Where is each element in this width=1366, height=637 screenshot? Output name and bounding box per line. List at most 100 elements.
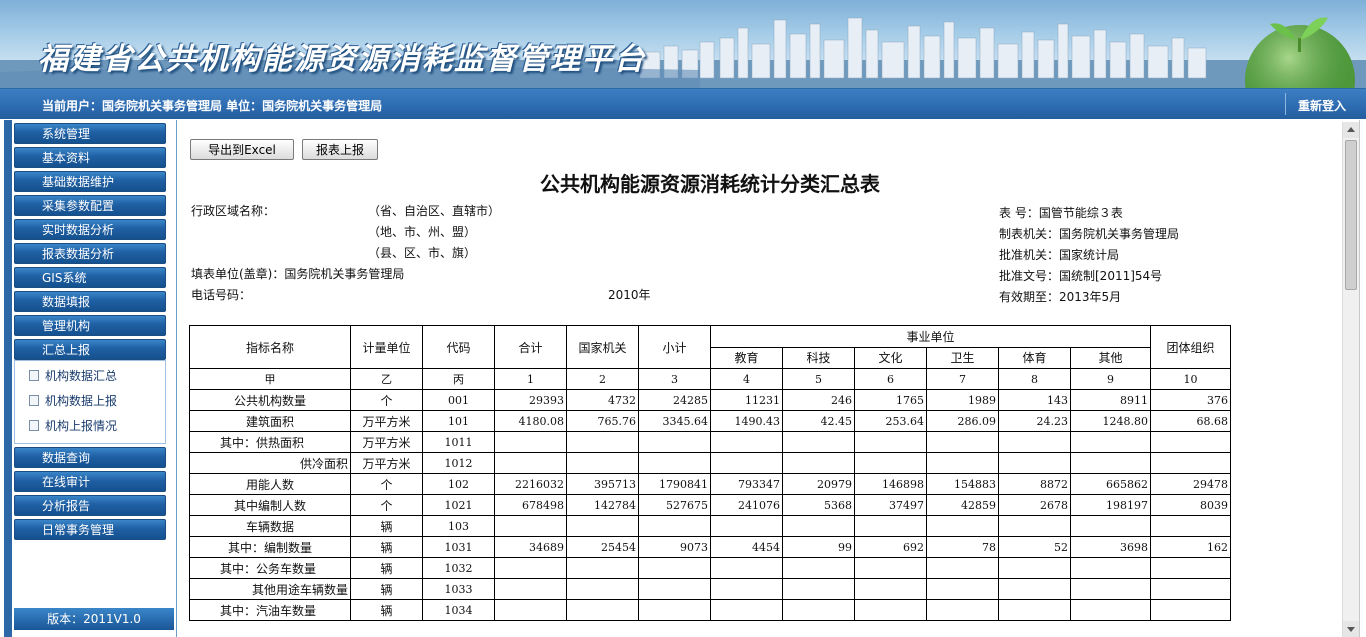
indicator-name-cell: 公共机构数量 xyxy=(189,389,351,411)
value-cell xyxy=(782,557,855,579)
value-cell xyxy=(782,599,855,621)
value-cell xyxy=(926,431,999,453)
value-cell: 34689 xyxy=(494,536,567,558)
value-cell: 198197 xyxy=(1070,494,1151,516)
sidebar-strip xyxy=(4,120,12,637)
menu-management-org[interactable]: 管理机构 xyxy=(14,315,166,336)
scroll-down-button[interactable] xyxy=(1343,621,1359,637)
menu-system-management[interactable]: 系统管理 xyxy=(14,123,166,144)
menu-base-data-maintenance[interactable]: 基础数据维护 xyxy=(14,171,166,192)
unit-cell: 辆 xyxy=(350,515,423,537)
value-cell: 2678 xyxy=(998,494,1071,516)
value-cell: 241076 xyxy=(710,494,783,516)
value-cell: 162 xyxy=(1150,536,1231,558)
unit-cell: 万平方米 xyxy=(350,410,423,432)
unit-cell: 个 xyxy=(350,389,423,411)
submenu-org-report-status[interactable]: 机构上报情况 xyxy=(15,414,165,439)
header-banner: 福建省公共机构能源资源消耗监督管理平台 xyxy=(0,0,1366,89)
menu-basic-info[interactable]: 基本资料 xyxy=(14,147,166,168)
vertical-scrollbar[interactable] xyxy=(1342,122,1359,637)
value-cell xyxy=(566,578,639,600)
value-cell: 11231 xyxy=(710,389,783,411)
document-icon xyxy=(29,420,39,431)
value-cell: 8872 xyxy=(998,473,1071,495)
relogin-link[interactable]: 重新登入 xyxy=(1298,97,1346,114)
value-cell: 8039 xyxy=(1150,494,1231,516)
value-cell xyxy=(926,515,999,537)
submenu-org-data-summary[interactable]: 机构数据汇总 xyxy=(15,364,165,389)
document-icon xyxy=(29,370,39,381)
value-cell: 42.45 xyxy=(782,410,855,432)
export-excel-button[interactable]: 导出到Excel xyxy=(190,139,294,160)
submenu-label: 机构上报情况 xyxy=(45,419,118,433)
value-cell: 2216032 xyxy=(494,473,567,495)
index-cell: 乙 xyxy=(350,368,423,390)
menu-report-analysis[interactable]: 报表数据分析 xyxy=(14,243,166,264)
value-cell xyxy=(782,515,855,537)
header-cell: 体育 xyxy=(998,346,1071,369)
unit-cell: 万平方米 xyxy=(350,452,423,474)
value-cell xyxy=(854,578,927,600)
value-cell xyxy=(1070,599,1151,621)
table-row: 其中编制人数个 1021 678498 142784 527675 241076 5368 3… xyxy=(189,494,1231,516)
region-county: （县、区、市、旗） xyxy=(368,246,477,260)
value-cell xyxy=(1150,578,1231,600)
value-cell xyxy=(494,599,567,621)
header-cell: 科技 xyxy=(782,346,855,369)
indicator-name-cell: 其中：汽油车数量 xyxy=(189,599,351,621)
submit-report-button[interactable]: 报表上报 xyxy=(302,139,378,160)
menu-online-audit[interactable]: 在线审计 xyxy=(14,471,166,492)
value-cell xyxy=(926,578,999,600)
header-cell: 指标名称 xyxy=(189,325,351,369)
form-maker: 制表机关：国务院机关事务管理局 xyxy=(999,227,1180,241)
version-label: 版本：2011V1.0 xyxy=(14,608,174,630)
value-cell xyxy=(710,557,783,579)
header-cell: 小计 xyxy=(638,325,711,369)
menu-collection-config[interactable]: 采集参数配置 xyxy=(14,195,166,216)
value-cell xyxy=(1070,452,1151,474)
value-cell xyxy=(782,452,855,474)
value-cell xyxy=(566,599,639,621)
indicator-name-cell: 其中：公务车数量 xyxy=(189,557,351,579)
value-cell: 78 xyxy=(926,536,999,558)
menu-summary-report[interactable]: 汇总上报 xyxy=(14,339,166,360)
value-cell xyxy=(782,578,855,600)
menu-data-query[interactable]: 数据查询 xyxy=(14,447,166,468)
menu-analysis-report[interactable]: 分析报告 xyxy=(14,495,166,516)
menu-gis[interactable]: GIS系统 xyxy=(14,267,166,288)
header-cell: 团体组织 xyxy=(1150,325,1231,369)
menu-daily-affairs[interactable]: 日常事务管理 xyxy=(14,519,166,540)
table-row: 其他用途车辆数量辆 1033 xyxy=(189,578,1231,600)
menu-realtime-analysis[interactable]: 实时数据分析 xyxy=(14,219,166,240)
code-cell: 103 xyxy=(422,515,495,537)
indicator-name-cell: 其他用途车辆数量 xyxy=(189,578,351,600)
value-cell: 4454 xyxy=(710,536,783,558)
value-cell xyxy=(710,452,783,474)
header-cell: 事业单位 xyxy=(710,325,1151,348)
value-cell xyxy=(710,578,783,600)
submenu-org-data-report[interactable]: 机构数据上报 xyxy=(15,389,165,414)
value-cell xyxy=(998,431,1071,453)
code-cell: 001 xyxy=(422,389,495,411)
menu-data-entry[interactable]: 数据填报 xyxy=(14,291,166,312)
value-cell: 527675 xyxy=(638,494,711,516)
value-cell xyxy=(998,578,1071,600)
value-cell: 8911 xyxy=(1070,389,1151,411)
scroll-up-button[interactable] xyxy=(1343,122,1359,138)
value-cell: 143 xyxy=(998,389,1071,411)
value-cell xyxy=(710,431,783,453)
index-cell: 6 xyxy=(854,368,927,390)
value-cell xyxy=(566,557,639,579)
scroll-thumb[interactable] xyxy=(1345,140,1357,290)
value-cell: 25454 xyxy=(566,536,639,558)
submenu-label: 机构数据汇总 xyxy=(45,369,118,383)
index-cell: 1 xyxy=(494,368,567,390)
value-cell: 678498 xyxy=(494,494,567,516)
index-cell: 9 xyxy=(1070,368,1151,390)
value-cell xyxy=(1070,557,1151,579)
value-cell xyxy=(854,431,927,453)
unit-cell: 个 xyxy=(350,473,423,495)
value-cell: 765.76 xyxy=(566,410,639,432)
code-cell: 101 xyxy=(422,410,495,432)
indicator-name-cell: 车辆数据 xyxy=(189,515,351,537)
